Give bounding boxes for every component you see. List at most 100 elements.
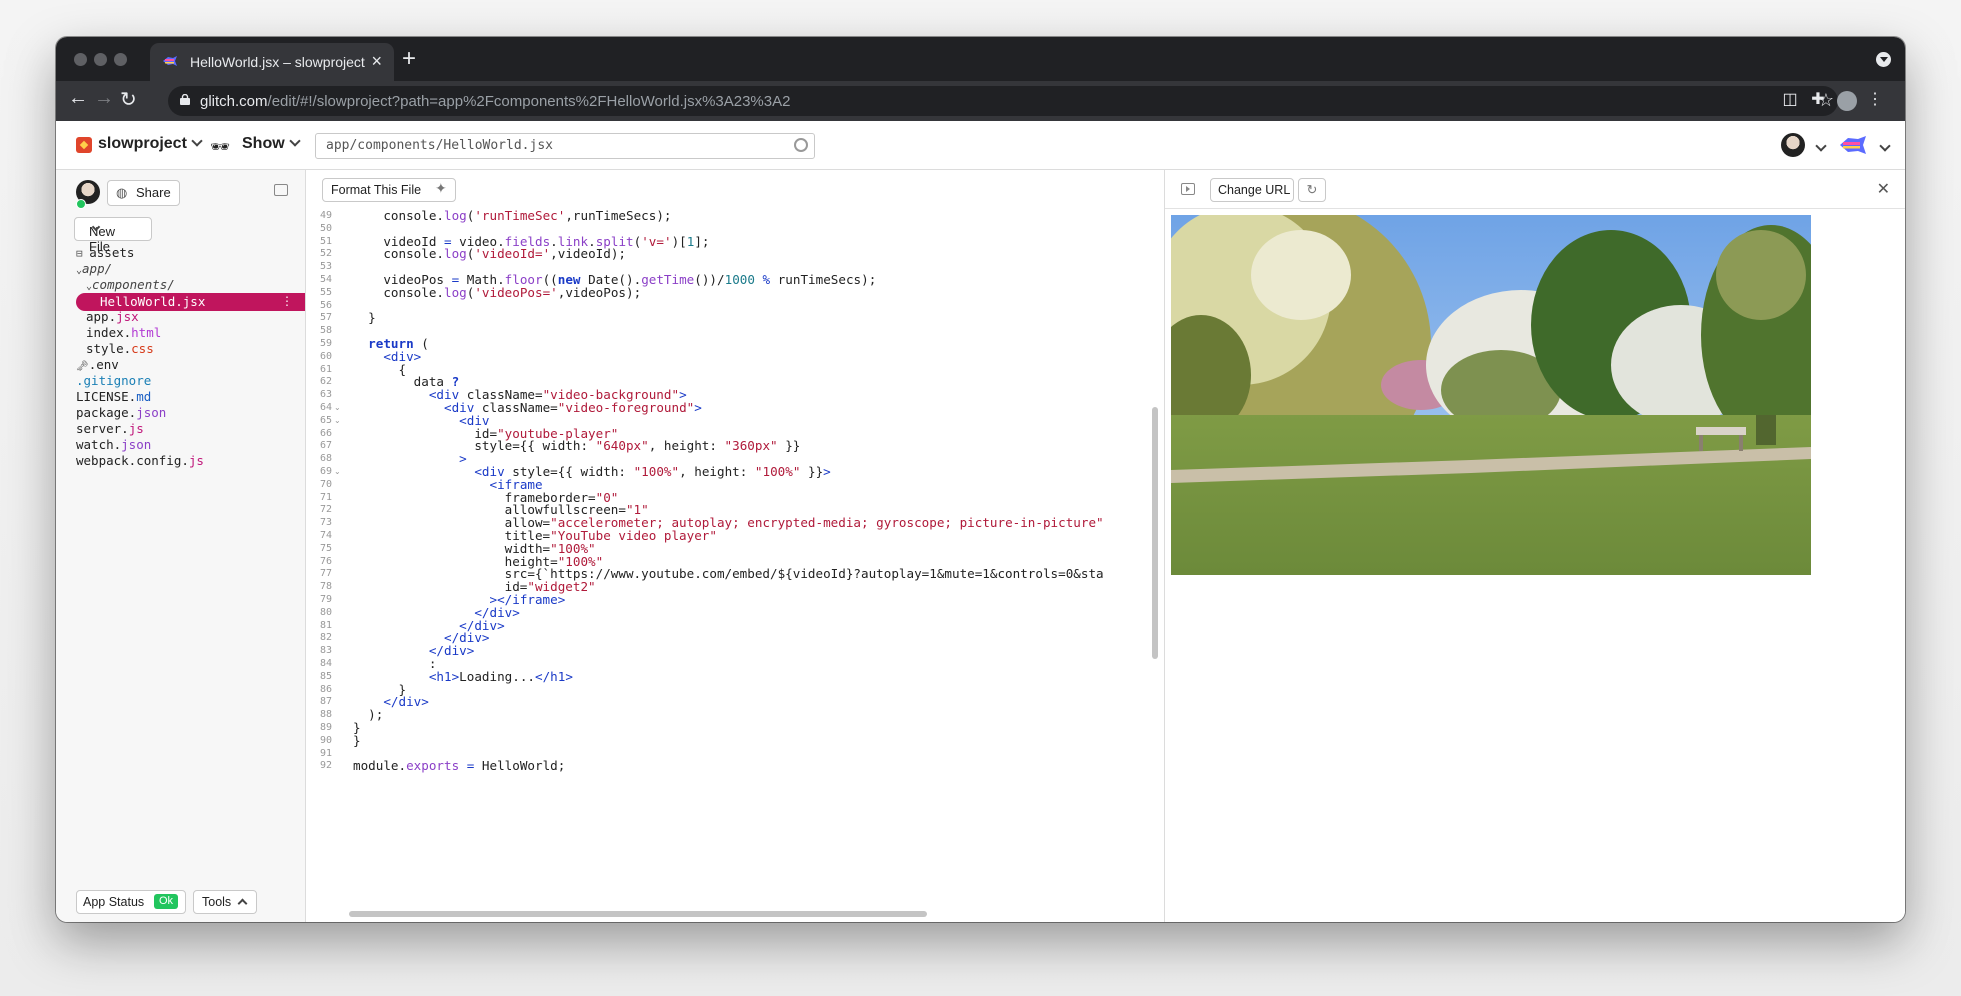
- fold-chevron-icon[interactable]: ⌄: [334, 403, 341, 412]
- back-arrow-icon[interactable]: ←: [68, 87, 88, 110]
- window-minimize-dot[interactable]: [94, 53, 107, 66]
- file-item-watch-json[interactable]: watch.json: [76, 437, 151, 453]
- new-tab-icon[interactable]: +: [402, 45, 416, 73]
- tab-search-icon[interactable]: [1876, 52, 1891, 67]
- fold-chevron-icon[interactable]: ⌄: [334, 467, 341, 476]
- line-number: 77: [319, 568, 332, 580]
- video-preview-image[interactable]: [1171, 215, 1811, 575]
- line-number: 55: [319, 286, 332, 298]
- change-url-button[interactable]: Change URL: [1210, 178, 1294, 202]
- share-button[interactable]: ◍ Share: [107, 180, 180, 206]
- line-number: 65: [319, 414, 332, 426]
- folder-item-app[interactable]: ⌄app/: [76, 261, 112, 277]
- file-item-helloworld-selected[interactable]: HelloWorld.jsx ⋮: [76, 293, 305, 311]
- glitch-menu-fish-icon[interactable]: [1838, 133, 1868, 157]
- window-zoom-dot[interactable]: [114, 53, 127, 66]
- url-path: /edit/#!/slowproject?path=app%2Fcomponen…: [267, 93, 791, 110]
- online-status-dot: [76, 199, 86, 209]
- sparkle-icon: ✦: [435, 180, 447, 196]
- file-item-style-css[interactable]: style.css: [86, 341, 154, 357]
- file-options-icon[interactable]: ⋮: [281, 294, 293, 308]
- refresh-icon[interactable]: ↻: [1298, 178, 1326, 202]
- forward-arrow-icon[interactable]: →: [94, 87, 114, 110]
- format-file-button[interactable]: Format This File ✦: [322, 178, 456, 202]
- project-menu-button[interactable]: slowproject: [98, 135, 203, 153]
- browser-tab-active[interactable]: HelloWorld.jsx – slowproject ×: [150, 43, 394, 81]
- editor-horizontal-scrollbar[interactable]: [349, 911, 927, 917]
- line-number: 51: [319, 235, 332, 247]
- code-area[interactable]: 49 console.log('runTimeSec',runTimeSecs)…: [306, 206, 1163, 902]
- line-number: 56: [319, 299, 332, 311]
- line-number: 68: [319, 453, 332, 465]
- fold-chevron-icon[interactable]: ⌄: [334, 416, 341, 425]
- line-number: 78: [319, 581, 332, 593]
- file-item-app-jsx[interactable]: app.jsx: [86, 309, 139, 325]
- format-label: Format This File: [331, 183, 422, 197]
- line-number: 89: [319, 722, 332, 733]
- file-item-server-js[interactable]: server.js: [76, 421, 144, 437]
- file-item-package-json[interactable]: package.json: [76, 405, 166, 421]
- extensions-puzzle-icon[interactable]: ✚: [1809, 91, 1827, 109]
- line-number: 57: [319, 312, 332, 324]
- browser-menu-icon[interactable]: ⋮: [1866, 91, 1884, 109]
- file-item-assets[interactable]: ⊟ assets: [76, 245, 134, 261]
- preview-play-icon[interactable]: [1181, 183, 1195, 195]
- line-number: 49: [319, 210, 332, 221]
- editor-vertical-scrollbar[interactable]: [1152, 407, 1158, 659]
- code-line: }: [353, 732, 361, 748]
- code-line: }: [353, 310, 376, 326]
- preview-toolbar: Change URL ↻ ✕: [1165, 170, 1905, 209]
- pocket-icon[interactable]: ◫: [1781, 91, 1799, 109]
- file-item-index-html[interactable]: index.html: [86, 325, 161, 341]
- browser-window: HelloWorld.jsx – slowproject × + ← → ↻ g…: [56, 37, 1905, 922]
- file-search-input[interactable]: app/components/HelloWorld.jsx: [315, 133, 815, 159]
- line-number: 83: [319, 645, 332, 657]
- search-icon: [794, 138, 808, 152]
- chevron-down-icon: [191, 135, 203, 147]
- app-status-label: App Status: [83, 895, 145, 909]
- address-bar[interactable]: glitch.com/edit/#!/slowproject?path=app%…: [168, 86, 1838, 116]
- collapse-sidebar-icon[interactable]: [274, 184, 288, 196]
- line-number: 87: [319, 696, 332, 708]
- selected-file-label: HelloWorld.jsx: [100, 294, 206, 309]
- new-file-button[interactable]: New File: [74, 217, 152, 254]
- line-number: 62: [319, 376, 332, 388]
- line-number: 71: [319, 491, 332, 503]
- lock-icon: [180, 94, 190, 105]
- line-number: 54: [319, 274, 332, 285]
- line-number: 80: [319, 606, 332, 618]
- app-header: slowproject 🕶 Show app/components/HelloW…: [56, 121, 1905, 170]
- line-number: 61: [319, 363, 332, 375]
- app-status-button[interactable]: App Status Ok: [76, 890, 186, 914]
- tab-strip: HelloWorld.jsx – slowproject × +: [56, 37, 1905, 81]
- profile-avatar-icon[interactable]: [1837, 91, 1857, 111]
- glitch-fish-icon: [163, 56, 177, 66]
- line-number: 84: [319, 658, 332, 669]
- line-number: 69: [319, 466, 332, 477]
- preview-pane: Change URL ↻ ✕: [1164, 170, 1905, 922]
- line-number: 81: [319, 619, 332, 631]
- file-sidebar: ◍ Share New File ⊟ assets ⌄app/ ⌄compone…: [56, 170, 306, 922]
- file-item-license[interactable]: LICENSE.md: [76, 389, 151, 405]
- line-number: 92: [319, 760, 332, 772]
- file-item-gitignore[interactable]: .gitignore: [76, 373, 151, 389]
- line-number: 67: [319, 440, 332, 452]
- change-url-label: Change URL: [1218, 183, 1291, 197]
- show-button[interactable]: Show: [242, 135, 301, 153]
- code-editor: Format This File ✦ 49 console.log('runTi…: [306, 170, 1163, 922]
- chevron-up-icon: [237, 898, 248, 909]
- close-icon[interactable]: ✕: [1877, 179, 1890, 199]
- window-close-dot[interactable]: [74, 53, 87, 66]
- sunglasses-icon: 🕶: [210, 139, 231, 156]
- user-avatar-button[interactable]: [1781, 133, 1805, 157]
- project-logo-icon: [76, 137, 92, 153]
- tools-button[interactable]: Tools: [193, 890, 257, 914]
- line-number: 52: [319, 248, 332, 260]
- reload-icon[interactable]: ↻: [120, 87, 137, 112]
- line-number: 73: [319, 517, 332, 529]
- tab-close-icon[interactable]: ×: [371, 51, 382, 72]
- folder-item-components[interactable]: ⌄components/: [86, 277, 175, 293]
- file-search-value: app/components/HelloWorld.jsx: [326, 138, 553, 153]
- file-item-env[interactable]: 🗝.env: [76, 357, 119, 373]
- file-item-webpack-config[interactable]: webpack.config.js: [76, 453, 204, 469]
